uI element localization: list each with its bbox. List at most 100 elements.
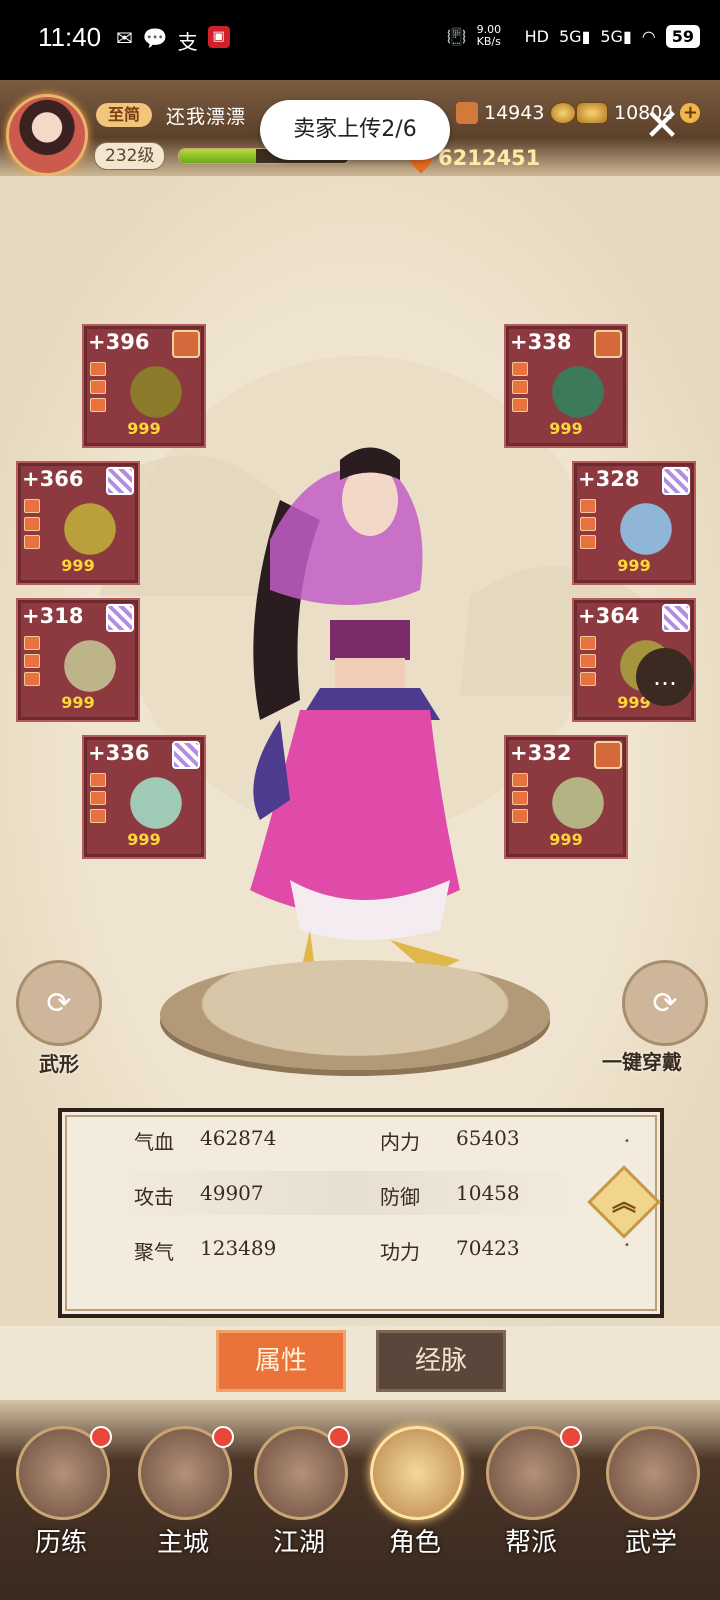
equip-slot-ring[interactable]: +332 999	[504, 735, 628, 859]
enhance-level: +336	[88, 741, 150, 765]
equip-slot-belt[interactable]: +318 999	[16, 598, 140, 722]
gem-slot-icon	[90, 809, 106, 823]
combat-power-value: 6212451	[438, 146, 541, 170]
nav-martial-arts[interactable]: 武学	[596, 1426, 706, 1586]
equip-slot-boots[interactable]: +336 999	[82, 735, 206, 859]
one-key-equip-label: 一键穿戴	[602, 1050, 682, 1074]
item-count: 999	[549, 419, 583, 438]
avatar[interactable]	[6, 94, 88, 176]
jade-icon	[456, 102, 478, 124]
stat-value: 49907	[200, 1181, 264, 1205]
stat-value: 10458	[456, 1181, 520, 1205]
tab-meridians[interactable]: 经脉	[376, 1330, 506, 1392]
status-time: 11:40	[38, 22, 102, 52]
level-badge: 232级	[94, 142, 166, 170]
nav-adventure[interactable]: 历练	[6, 1426, 116, 1586]
equip-armor-icon: ⟳	[622, 960, 708, 1046]
app-icon: ▣	[207, 26, 230, 48]
stat-label: 防御	[380, 1185, 420, 1209]
gem-slot-icon	[512, 380, 528, 394]
signal-icon: 5G▮	[558, 26, 591, 46]
item-count: 999	[617, 556, 651, 575]
message-icon: ✉	[116, 26, 133, 50]
network-speed: 9.00 KB/s	[476, 23, 502, 48]
gem-slot-icon	[90, 362, 106, 376]
vibrate-icon: 📳	[446, 26, 467, 46]
player-name: 还我漂漂	[166, 106, 247, 128]
nav-city[interactable]: 主城	[128, 1426, 238, 1586]
gem-slot-icon	[90, 380, 106, 394]
equip-slot-weapon[interactable]: +396 999	[82, 324, 206, 448]
wifi-icon: ◠	[641, 26, 656, 46]
notification-dot	[560, 1426, 582, 1448]
quality-icon	[594, 741, 622, 769]
pay-icon: 支	[177, 30, 198, 54]
gem-slot-icon	[24, 654, 40, 668]
status-bar: 11:40 ✉ 💬 支 ▣ 📳 9.00 KB/s HD 5G▮ 5G▮ ◠ 5…	[0, 0, 720, 80]
character-hitbox	[200, 420, 520, 1040]
nav-label: 帮派	[504, 1528, 557, 1558]
item-count: 999	[127, 419, 161, 438]
equip-slot-armor[interactable]: +366 999	[16, 461, 140, 585]
enhance-level: +318	[22, 604, 84, 628]
gem-slot-icon	[90, 398, 106, 412]
item-count: 999	[61, 693, 95, 712]
close-button[interactable]: ✕	[640, 104, 684, 148]
chat-bubble-button[interactable]: …	[636, 648, 694, 706]
dot-icon: •	[624, 1136, 630, 1147]
gem-slot-icon	[580, 654, 596, 668]
nav-label: 武学	[624, 1528, 677, 1558]
stat-row: 聚气 123489 功力 70423	[96, 1226, 596, 1270]
tab-attributes[interactable]: 属性	[216, 1330, 346, 1392]
notification-dot	[328, 1426, 350, 1448]
nav-guild[interactable]: 帮派	[476, 1426, 586, 1586]
tab-bar: 属性 经脉	[0, 1330, 720, 1400]
jade-amount: 14943	[484, 102, 545, 124]
stat-value: 462874	[200, 1126, 277, 1150]
stat-value: 123489	[200, 1236, 277, 1260]
gem-slot-icon	[580, 535, 596, 549]
martial-form-label: 武形	[39, 1052, 79, 1076]
quality-icon	[594, 330, 622, 358]
quality-icon	[662, 604, 690, 632]
gem-slot-icon	[24, 517, 40, 531]
coin-icon	[550, 102, 577, 124]
gem-slot-icon	[512, 362, 528, 376]
status-right: 📳 9.00 KB/s HD 5G▮ 5G▮ ◠ 59	[447, 24, 700, 48]
gem-slot-icon	[580, 672, 596, 686]
nav-label: 主城	[156, 1528, 209, 1558]
one-key-equip-button[interactable]: ⟳ 一键穿戴	[602, 960, 712, 1075]
gem-slot-icon	[90, 791, 106, 805]
chevron-up-icon: ︽	[612, 1188, 636, 1216]
item-count: 999	[127, 830, 161, 849]
battery-indicator: 59	[665, 24, 700, 48]
gem-slots	[24, 636, 40, 686]
gem-slot-icon	[90, 773, 106, 787]
stat-row: 攻击 49907 防御 10458	[96, 1171, 596, 1215]
quality-icon	[172, 330, 200, 358]
equip-slot-necklace[interactable]: +338 999	[504, 324, 628, 448]
signal-icon-2: 5G▮	[600, 26, 632, 46]
nav-jianghu[interactable]: 江湖	[244, 1426, 354, 1586]
nav-label: 角色	[388, 1528, 441, 1558]
martial-form-button[interactable]: ⟳ 武形	[16, 960, 102, 1077]
status-left-icons: ✉ 💬 支 ▣	[116, 26, 230, 55]
enhance-level: +366	[22, 467, 84, 491]
stat-value: 65403	[456, 1126, 520, 1150]
gem-slot-icon	[24, 499, 40, 513]
enhance-level: +328	[578, 467, 640, 491]
nav-character[interactable]: 角色	[360, 1426, 470, 1586]
martial-arts-icon	[606, 1426, 700, 1520]
notification-dot	[212, 1426, 234, 1448]
hd-icon: HD	[524, 26, 549, 46]
stat-value: 70423	[456, 1236, 520, 1260]
martial-form-icon: ⟳	[16, 960, 102, 1046]
stat-label: 聚气	[134, 1240, 174, 1264]
stat-label: 气血	[134, 1130, 174, 1154]
gem-slots	[580, 636, 596, 686]
gem-slot-icon	[580, 499, 596, 513]
rank-badge: 至简	[96, 103, 153, 127]
jade-currency[interactable]: 14943	[456, 102, 577, 124]
equip-slot-hidden-weapon[interactable]: +328 999	[572, 461, 696, 585]
gem-slot-icon	[580, 517, 596, 531]
